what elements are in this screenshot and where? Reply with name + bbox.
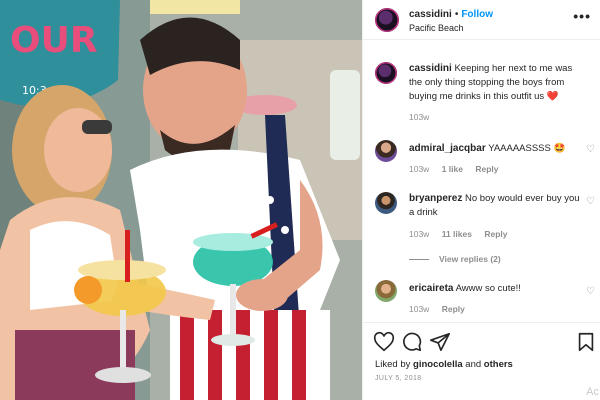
liked-by-user[interactable]: ginocolella [413,359,463,370]
comment-like-count[interactable]: 11 likes [442,229,472,239]
view-replies-label: View replies (2) [439,254,501,264]
likes-summary: Liked by ginocolella and others [375,359,513,370]
post-date: JULY 5, 2018 [375,375,422,382]
comment-like-icon[interactable]: ♡ [586,286,595,297]
commenter-username[interactable]: bryanperez [409,193,462,204]
comment-text: Awww so cute!! [455,283,521,294]
comment-like-count[interactable]: 1 like [442,164,463,174]
caption-meta: 103w [409,112,439,122]
comment-icon[interactable] [401,331,423,353]
comment-meta: 103w 1 like Reply [409,164,509,174]
post-photo[interactable]: OUR 10:3 [0,0,362,400]
view-replies-button[interactable]: View replies (2) [409,254,501,264]
comment-age: 103w [409,304,430,314]
photo-sign-text: OUR [10,20,98,61]
caption-body: cassidini Keeping her next to me was the… [409,62,585,104]
author-line: cassidini • Follow [409,9,493,20]
caption-avatar[interactable] [375,62,397,84]
liked-by-prefix: Liked by [375,359,411,370]
comment-reply-button[interactable]: Reply [475,164,498,174]
comment-age: 103w [409,164,430,174]
more-options-icon[interactable]: ••• [573,8,591,24]
activation-watermark: Ac [586,386,599,398]
commenter-avatar[interactable] [375,280,397,302]
commenter-avatar[interactable] [375,140,397,162]
author-avatar[interactable] [375,8,399,32]
commenter-avatar[interactable] [375,192,397,214]
comment-meta: 103w 11 likes Reply [409,229,518,239]
caption-username[interactable]: cassidini [409,63,452,74]
location-link[interactable]: Pacific Beach [409,23,464,33]
share-icon[interactable] [429,331,451,353]
author-username[interactable]: cassidini [409,9,452,20]
commenter-username[interactable]: admiral_jacqbar [409,143,486,154]
comment-reply-button[interactable]: Reply [442,304,465,314]
post-actions: Liked by ginocolella and others JULY 5, … [363,322,600,400]
bookmark-icon[interactable] [575,331,597,353]
separator-dot: • [454,9,459,20]
comment-body: ericaireta Awww so cute!! [409,282,585,296]
follow-button[interactable]: Follow [461,9,493,20]
liked-by-others[interactable]: others [484,359,513,370]
comment-like-icon[interactable]: ♡ [586,196,595,207]
heart-icon[interactable] [373,331,395,353]
post-photo-image: OUR 10:3 [0,0,362,400]
comment-reply-button[interactable]: Reply [484,229,507,239]
liked-by-and: and [465,359,482,370]
comment-meta: 103w Reply [409,304,475,314]
comment-body: admiral_jacqbar YAAAAASSSS 🤩 [409,142,585,156]
post-header: cassidini • Follow Pacific Beach ••• [363,0,600,40]
commenter-username[interactable]: ericaireta [409,283,453,294]
comment-like-icon[interactable]: ♡ [586,144,595,155]
comments-list[interactable]: cassidini Keeping her next to me was the… [363,40,600,322]
replies-line [409,259,429,261]
comment-body: bryanperez No boy would ever buy you a d… [409,192,585,220]
caption-age: 103w [409,112,430,122]
comment-age: 103w [409,229,430,239]
post-sidebar: cassidini • Follow Pacific Beach ••• cassi… [362,0,600,400]
comment-text: YAAAAASSSS 🤩 [488,143,566,154]
